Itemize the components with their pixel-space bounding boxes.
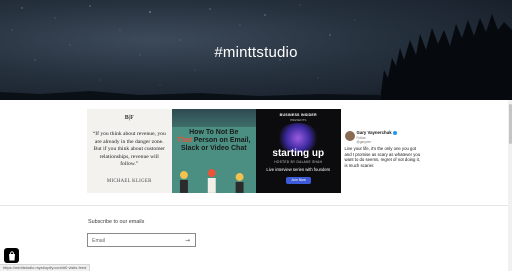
post-join-button: Join Now — [286, 177, 311, 184]
post-show-host: HOSTED BY DALAKE SHAH — [274, 160, 323, 164]
tweet-text: Live your life, it's the only one you go… — [344, 146, 421, 168]
newsletter-heading: Subscribe to our emails — [88, 219, 145, 225]
post-header-image — [171, 109, 256, 127]
shopify-chat-button[interactable] — [4, 248, 19, 263]
tweet-author-handle: @garyvee — [356, 140, 372, 144]
instagram-post-article[interactable]: How To Not Be That Person on Email, Slac… — [171, 109, 256, 193]
post-brand-logo: B|F — [124, 115, 134, 121]
instagram-post-show[interactable]: BUSINESS INSIDER PRESENTS starting up HO… — [256, 109, 341, 193]
post-quote-text: “If you think about revenue, you are alr… — [92, 131, 166, 167]
post-headline-line2: Person on Email, Slack or Video Chat — [180, 137, 251, 152]
post-publisher-sub: PRESENTS — [290, 118, 307, 122]
subscribe-submit-button[interactable]: → — [183, 236, 192, 245]
post-show-title: starting up — [272, 148, 325, 159]
hero-banner: #minttstudio — [0, 0, 512, 100]
instagram-post-tweet[interactable]: Gary Vaynerchuk Follow @garyvee Live you… — [340, 109, 425, 193]
newsletter-form: → — [87, 233, 196, 247]
email-field[interactable] — [92, 236, 180, 245]
page: #minttstudio B|F “If you think about rev… — [0, 0, 512, 271]
avatar — [344, 131, 355, 141]
arrow-right-icon: → — [184, 237, 191, 244]
instagram-post-quote[interactable]: B|F “If you think about revenue, you are… — [87, 109, 172, 193]
post-headline-highlight: That — [176, 137, 192, 144]
people-illustration — [179, 169, 244, 193]
section-divider — [0, 205, 508, 206]
post-headline-line1: How To Not Be — [189, 129, 239, 136]
browser-status-url: https://minttstudio.myshopify.com/#0 vis… — [0, 264, 91, 271]
verified-icon — [392, 130, 397, 135]
instagram-feed: B|F “If you think about revenue, you are… — [87, 109, 425, 193]
shopping-bag-icon — [8, 250, 15, 260]
post-headline: How To Not Be That Person on Email, Slac… — [176, 129, 253, 153]
post-quote-author: MICHAEL KLIGER — [106, 179, 152, 184]
hero-title: #minttstudio — [214, 44, 298, 61]
post-show-tagline: Live interview series with founders — [266, 167, 331, 172]
post-publisher: BUSINESS INSIDER — [279, 113, 317, 117]
tweet-author-name: Gary Vaynerchuk — [357, 130, 397, 135]
